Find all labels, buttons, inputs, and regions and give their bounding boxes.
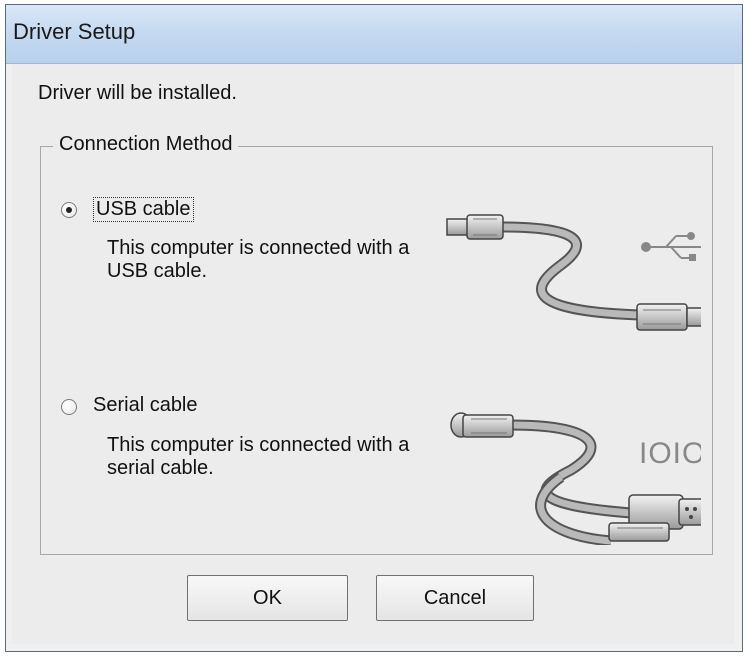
connection-method-group: Connection Method USB cable This compute…	[40, 133, 713, 555]
serial-symbol: IOIOI	[639, 437, 701, 470]
usb-cable-label[interactable]: USB cable	[93, 197, 194, 222]
serial-cable-icon: IOIOI	[450, 412, 701, 545]
serial-cable-description: This computer is connected with a serial…	[107, 434, 410, 479]
driver-setup-window: Driver Setup Driver will be installed. C…	[5, 4, 743, 652]
cancel-button[interactable]: Cancel	[376, 575, 534, 621]
title-bar[interactable]: Driver Setup	[6, 5, 742, 64]
serial-cable-label[interactable]: Serial cable	[93, 394, 198, 417]
window-title: Driver Setup	[13, 19, 136, 44]
ok-button[interactable]: OK	[187, 575, 348, 621]
dialog-body: Driver will be installed. Connection Met…	[12, 64, 734, 644]
serial-cable-radio[interactable]	[61, 399, 77, 415]
install-message: Driver will be installed.	[38, 82, 237, 104]
usb-cable-description: This computer is connected with a USB ca…	[107, 237, 410, 282]
usb-cable-radio[interactable]	[61, 202, 77, 218]
usb-cable-icon	[446, 214, 701, 331]
radio-selected-dot	[66, 207, 72, 213]
group-label: Connection Method	[53, 133, 239, 156]
